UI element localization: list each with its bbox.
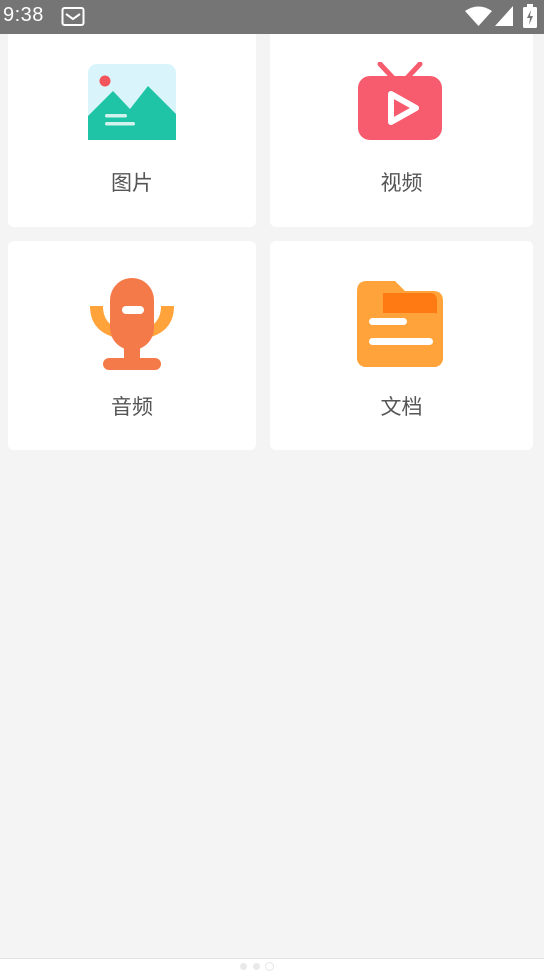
status-time: 9:38 — [3, 4, 44, 26]
category-label-documents: 文档 — [380, 395, 423, 419]
mail-icon — [61, 7, 85, 26]
category-label-images: 图片 — [111, 171, 153, 195]
category-label-videos: 视频 — [380, 171, 423, 195]
page-dot — [240, 963, 247, 970]
video-tv-icon — [358, 62, 442, 140]
cell-signal-icon — [495, 6, 513, 26]
category-card-audio[interactable]: 音频 — [8, 241, 256, 450]
image-icon — [88, 64, 176, 140]
category-card-documents[interactable]: 文档 — [270, 241, 533, 450]
page-indicator — [240, 955, 279, 974]
microphone-icon — [90, 278, 174, 370]
category-card-images[interactable]: 图片 — [8, 34, 256, 227]
status-bar: 9:38 — [0, 0, 544, 34]
category-label-audio: 音频 — [111, 395, 153, 419]
folder-document-icon — [357, 281, 443, 367]
category-card-videos[interactable]: 视频 — [270, 34, 533, 227]
page-dot — [253, 963, 260, 970]
page-dot-active — [266, 963, 273, 970]
wifi-icon — [465, 6, 492, 26]
bottom-panel — [0, 958, 544, 980]
battery-charging-icon — [523, 4, 537, 28]
